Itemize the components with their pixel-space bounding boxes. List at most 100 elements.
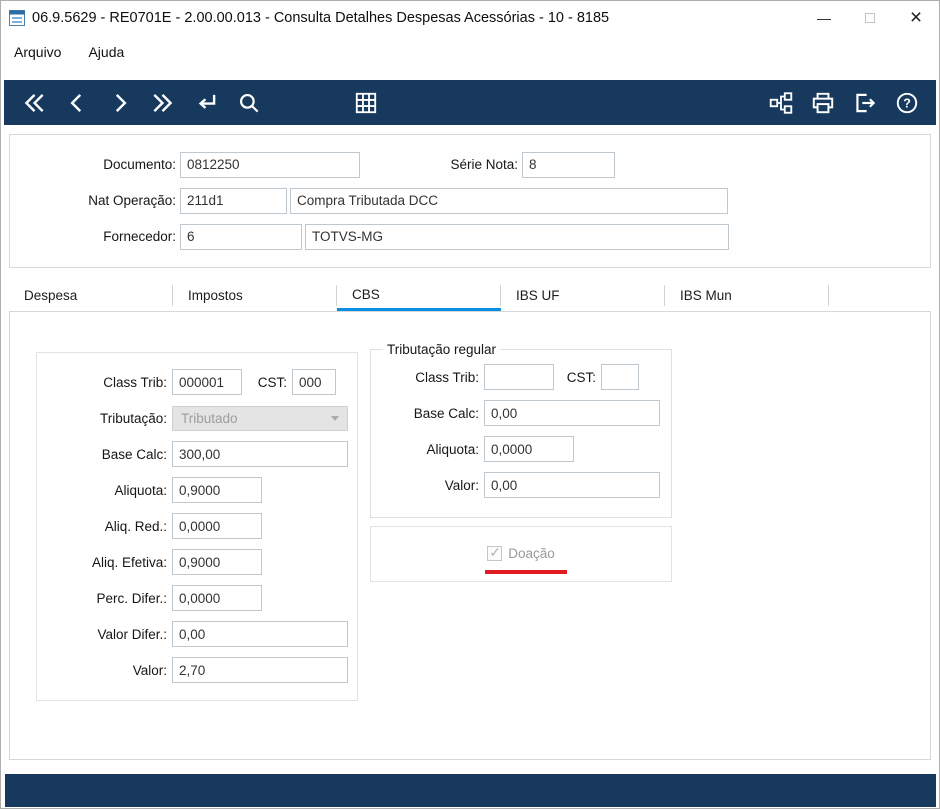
maximize-button[interactable] <box>847 1 893 34</box>
tab-despesa[interactable]: Despesa <box>9 280 173 311</box>
valor-difer-input[interactable] <box>172 621 348 647</box>
exit-icon <box>855 93 875 112</box>
menu-bar: Arquivo Ajuda <box>1 34 939 70</box>
first-record-button[interactable] <box>20 89 47 116</box>
fornecedor-input[interactable] <box>180 223 302 250</box>
close-button[interactable]: × <box>893 1 939 34</box>
document-header-panel: Documento: Série Nota: Nat Operação: For… <box>9 134 931 268</box>
cbs-main-group: Class Trib: CST: Tributação: Tributado B… <box>36 352 358 701</box>
title-bar: 06.9.5629 - RE0701E - 2.00.00.013 - Cons… <box>1 1 939 34</box>
double-chevron-right-icon <box>152 93 172 112</box>
help-icon: ? <box>896 92 917 113</box>
tab-cbs[interactable]: CBS <box>337 280 501 311</box>
toolbar: ? <box>4 80 936 125</box>
aliq-red-input[interactable] <box>172 513 262 539</box>
cst-input[interactable] <box>292 369 336 395</box>
row-perc-difer: Perc. Difer.: <box>37 580 357 616</box>
fornecedor-descricao-input <box>305 223 729 250</box>
annotation-underline <box>485 569 568 574</box>
enter-button[interactable] <box>192 89 219 116</box>
chevron-right-icon <box>115 93 127 112</box>
menu-arquivo[interactable]: Arquivo <box>14 44 61 60</box>
base-calc-label: Base Calc: <box>101 446 167 462</box>
tab-ibs-uf[interactable]: IBS UF <box>501 280 665 311</box>
svg-text:?: ? <box>903 96 911 110</box>
tributacao-regular-group: Tributação regular Class Trib: CST: Base… <box>370 342 672 518</box>
minimize-button[interactable]: — <box>801 1 847 34</box>
documento-label: Documento: <box>103 157 176 172</box>
print-button[interactable] <box>809 89 836 116</box>
row-aliq-efetiva: Aliq. Efetiva: <box>37 544 357 580</box>
regular-valor-input[interactable] <box>484 472 660 498</box>
search-icon <box>239 93 258 112</box>
regular-cst-label: CST: <box>566 369 596 385</box>
class-trib-input[interactable] <box>172 369 242 395</box>
class-trib-label: Class Trib: <box>103 374 167 390</box>
row-aliq-red: Aliq. Red.: <box>37 508 357 544</box>
window-controls: — × <box>801 1 939 34</box>
regular-class-trib-label: Class Trib: <box>415 369 479 385</box>
regular-aliquota-input[interactable] <box>484 436 574 462</box>
app-window: 06.9.5629 - RE0701E - 2.00.00.013 - Cons… <box>0 0 940 809</box>
tributacao-label: Tributação: <box>99 410 167 426</box>
chevron-left-icon <box>69 93 81 112</box>
row-regular-base-calc: Base Calc: <box>377 395 665 431</box>
status-bar <box>5 774 936 807</box>
valor-label: Valor: <box>132 662 167 678</box>
regular-base-calc-label: Base Calc: <box>413 405 479 421</box>
hierarchy-icon <box>769 91 792 114</box>
exit-button[interactable] <box>851 89 878 116</box>
regular-class-trib-input[interactable] <box>484 364 554 390</box>
grid-button[interactable] <box>352 89 379 116</box>
tributacao-regular-legend: Tributação regular <box>387 342 497 357</box>
regular-cst-input[interactable] <box>601 364 639 390</box>
next-record-button[interactable] <box>106 89 133 116</box>
doacao-checkbox <box>487 544 503 561</box>
help-button[interactable]: ? <box>893 89 920 116</box>
row-tributacao: Tributação: Tributado <box>37 400 357 436</box>
row-valor-difer: Valor Difer.: <box>37 616 357 652</box>
aliq-efetiva-input[interactable] <box>172 549 262 575</box>
row-regular-class-trib: Class Trib: CST: <box>377 359 665 395</box>
doacao-group: Doação <box>370 526 672 582</box>
valor-input[interactable] <box>172 657 348 683</box>
tributacao-value: Tributado <box>181 410 238 426</box>
maximize-icon <box>865 12 875 23</box>
row-regular-valor: Valor: <box>377 467 665 503</box>
tab-bar: Despesa Impostos CBS IBS UF IBS Mun <box>9 280 931 311</box>
chevron-down-icon <box>331 415 339 421</box>
serie-nota-input[interactable] <box>522 151 615 178</box>
doacao-label: Doação <box>508 545 555 561</box>
prev-record-button[interactable] <box>63 89 90 116</box>
perc-difer-label: Perc. Difer.: <box>96 590 167 606</box>
aliq-red-label: Aliq. Red.: <box>104 518 167 534</box>
fornecedor-label: Fornecedor: <box>103 229 176 244</box>
aliquota-label: Aliquota: <box>114 482 167 498</box>
perc-difer-input[interactable] <box>172 585 262 611</box>
printer-icon <box>812 92 833 113</box>
related-features-button[interactable] <box>767 89 794 116</box>
nat-operacao-label: Nat Operação: <box>88 193 176 208</box>
tab-impostos[interactable]: Impostos <box>173 280 337 311</box>
documento-input[interactable] <box>180 151 360 178</box>
regular-base-calc-input[interactable] <box>484 400 660 426</box>
row-valor: Valor: <box>37 652 357 688</box>
double-chevron-left-icon <box>24 93 44 112</box>
tab-ibs-mun[interactable]: IBS Mun <box>665 280 829 311</box>
doacao-cluster: Doação <box>485 544 568 574</box>
regular-valor-label: Valor: <box>444 477 479 493</box>
serie-nota-label: Série Nota: <box>450 157 518 172</box>
search-button[interactable] <box>235 89 262 116</box>
base-calc-input[interactable] <box>172 441 348 467</box>
row-base-calc: Base Calc: <box>37 436 357 472</box>
cst-label: CST: <box>257 374 287 390</box>
valor-difer-label: Valor Difer.: <box>97 626 167 642</box>
nat-operacao-input[interactable] <box>180 187 287 214</box>
menu-ajuda[interactable]: Ajuda <box>88 44 124 60</box>
regular-aliquota-label: Aliquota: <box>426 441 479 457</box>
cbs-tab-panel: Class Trib: CST: Tributação: Tributado B… <box>9 311 931 760</box>
aliquota-input[interactable] <box>172 477 262 503</box>
header-row-fornecedor: Fornecedor: <box>10 223 930 250</box>
header-row-nat-operacao: Nat Operação: <box>10 187 930 214</box>
last-record-button[interactable] <box>149 89 176 116</box>
